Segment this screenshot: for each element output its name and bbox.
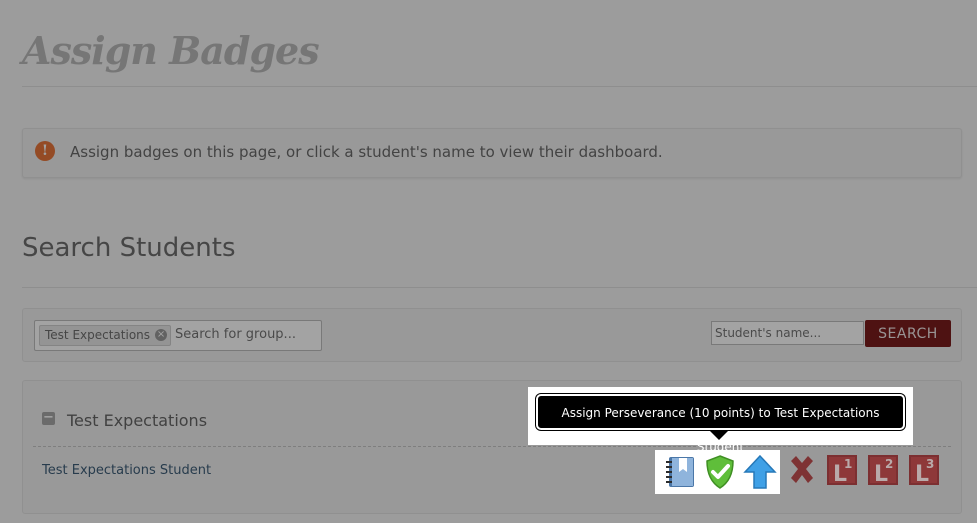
level-3-number: 3 — [926, 457, 934, 471]
level-1-number: 1 — [844, 457, 852, 471]
level-2-number: 2 — [885, 457, 893, 471]
level-3-icon[interactable]: L 3 — [907, 452, 941, 488]
blue-up-arrow-icon[interactable] — [742, 454, 778, 490]
level-2-icon[interactable]: L 2 — [866, 452, 900, 488]
tooltip: Assign Perseverance (10 points) to Test … — [536, 394, 905, 454]
notebook-icon[interactable] — [663, 454, 699, 490]
tooltip-arrow — [709, 430, 729, 440]
red-x-icon[interactable] — [785, 452, 819, 488]
level-1-icon[interactable]: L 1 — [825, 452, 859, 488]
